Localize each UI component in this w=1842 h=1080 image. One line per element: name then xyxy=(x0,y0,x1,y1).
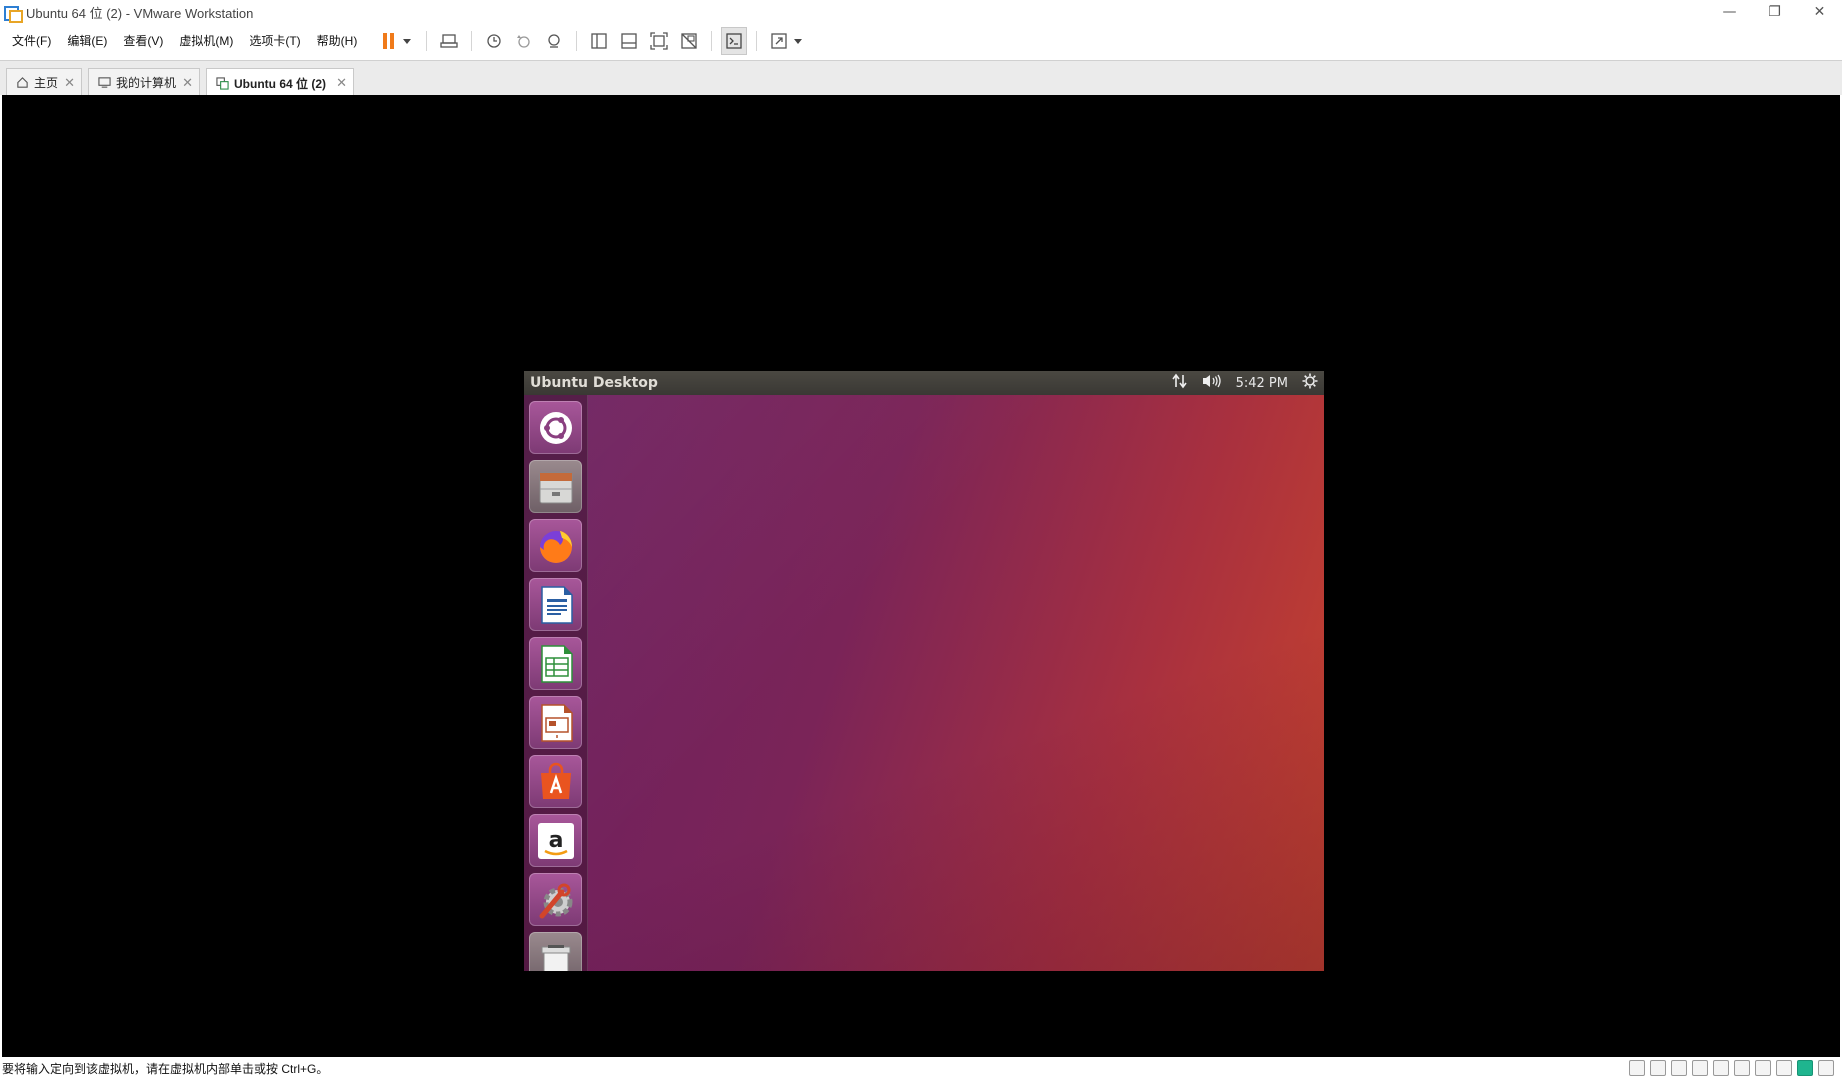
files-icon xyxy=(539,472,572,503)
pause-icon xyxy=(383,33,395,49)
network-adapter-icon[interactable] xyxy=(1713,1060,1729,1076)
show-library-icon xyxy=(591,33,607,49)
vmware-logo-icon xyxy=(4,4,23,23)
amazon-icon: a xyxy=(537,822,574,859)
window-title: Ubuntu 64 位 (2) - VMware Workstation xyxy=(26,5,254,21)
usb-icon[interactable] xyxy=(1776,1060,1792,1076)
cd-dvd-icon[interactable] xyxy=(1650,1060,1666,1076)
unity-icon xyxy=(681,33,697,49)
tab-ubuntu-vm[interactable]: Ubuntu 64 位 (2) ✕ xyxy=(206,68,354,97)
launcher-amazon[interactable]: a xyxy=(529,814,582,867)
stretch-guest-button[interactable] xyxy=(766,27,806,55)
libreoffice-writer-icon xyxy=(540,585,573,624)
device-status-icons xyxy=(1629,1060,1834,1076)
chevron-down-icon xyxy=(794,38,803,44)
thumbnail-bar-icon xyxy=(621,33,637,49)
minimize-button[interactable]: — xyxy=(1707,0,1752,24)
tab-label: 主页 xyxy=(34,76,59,90)
libreoffice-calc-icon xyxy=(540,644,573,683)
network-icon[interactable] xyxy=(1171,373,1188,393)
full-screen-icon xyxy=(650,32,668,50)
snapshot-manager-button[interactable] xyxy=(541,27,567,55)
status-bar: 要将输入定向到该虚拟机，请在虚拟机内部单击或按 Ctrl+G。 xyxy=(0,1057,1842,1080)
menu-file[interactable]: 文件(F) xyxy=(0,24,59,58)
ubuntu-dash-icon xyxy=(539,411,572,444)
hard-disk-icon[interactable] xyxy=(1629,1060,1645,1076)
resize-grip-icon[interactable] xyxy=(1818,1060,1834,1076)
trash-icon xyxy=(541,944,570,971)
chevron-down-icon xyxy=(403,38,412,44)
stretch-guest-icon xyxy=(771,33,787,49)
ubuntu-launcher: a xyxy=(524,395,588,971)
sound-card-icon[interactable] xyxy=(1755,1060,1771,1076)
console-view-button[interactable] xyxy=(721,27,748,55)
libreoffice-impress-icon xyxy=(540,703,573,742)
launcher-ubuntu-software[interactable] xyxy=(529,755,582,808)
revert-snapshot-icon xyxy=(517,35,530,48)
launcher-libreoffice-impress[interactable] xyxy=(529,696,582,749)
menu-help[interactable]: 帮助(H) xyxy=(309,24,366,58)
launcher-trash[interactable] xyxy=(529,932,582,971)
close-icon[interactable]: ✕ xyxy=(64,75,75,91)
computer-icon xyxy=(97,76,111,90)
send-ctrl-alt-del-button[interactable] xyxy=(436,27,462,55)
snapshot-manager-icon xyxy=(548,34,560,48)
menu-tabs[interactable]: 选项卡(T) xyxy=(241,24,308,58)
unity-button[interactable] xyxy=(676,27,702,55)
printer-icon[interactable] xyxy=(1734,1060,1750,1076)
tab-label: Ubuntu 64 位 (2) xyxy=(234,76,326,91)
launcher-libreoffice-writer[interactable] xyxy=(529,578,582,631)
full-screen-button[interactable] xyxy=(646,27,672,55)
panel-title: Ubuntu Desktop xyxy=(530,375,658,391)
console-view-icon xyxy=(726,33,742,49)
menu-view[interactable]: 查看(V) xyxy=(115,24,171,58)
svg-text:a: a xyxy=(548,828,563,853)
panel-clock[interactable]: 5:42 PM xyxy=(1236,376,1288,391)
toolbar xyxy=(375,24,808,58)
menu-vm[interactable]: 虚拟机(M) xyxy=(171,24,241,58)
title-bar: Ubuntu 64 位 (2) - VMware Workstation — ❐… xyxy=(0,0,1842,24)
close-button[interactable]: ✕ xyxy=(1797,0,1842,24)
cd-dvd-2-icon[interactable] xyxy=(1671,1060,1687,1076)
tab-label: 我的计算机 xyxy=(116,76,177,90)
window-controls: — ❐ ✕ xyxy=(1707,0,1842,24)
revert-snapshot-button[interactable] xyxy=(511,27,537,55)
system-settings-icon xyxy=(539,883,572,918)
vmware-workstation-window: Ubuntu 64 位 (2) - VMware Workstation — ❐… xyxy=(0,0,1842,1080)
ubuntu-software-icon xyxy=(540,762,571,799)
close-icon[interactable]: ✕ xyxy=(182,75,193,91)
ubuntu-desktop-wallpaper[interactable] xyxy=(524,395,1324,971)
pause-button[interactable] xyxy=(377,27,417,55)
vm-display[interactable]: Ubuntu Desktop 5:42 PM a xyxy=(2,95,1840,1057)
ubuntu-guest-screen[interactable]: Ubuntu Desktop 5:42 PM a xyxy=(524,371,1324,971)
tab-home[interactable]: 主页 ✕ xyxy=(6,68,82,96)
menu-edit[interactable]: 编辑(E) xyxy=(59,24,115,58)
home-icon xyxy=(15,76,29,90)
restore-button[interactable]: ❐ xyxy=(1752,0,1797,24)
launcher-libreoffice-calc[interactable] xyxy=(529,637,582,690)
launcher-firefox[interactable] xyxy=(529,519,582,572)
launcher-system-settings[interactable] xyxy=(529,873,582,926)
close-icon[interactable]: ✕ xyxy=(336,75,347,91)
tab-strip: 主页 ✕ 我的计算机 ✕ Ubuntu 64 位 (2) ✕ xyxy=(0,60,1842,97)
launcher-files[interactable] xyxy=(529,460,582,513)
ubuntu-top-panel: Ubuntu Desktop 5:42 PM xyxy=(524,371,1324,395)
snapshot-icon xyxy=(487,34,501,48)
firefox-icon xyxy=(539,530,572,563)
volume-icon[interactable] xyxy=(1202,373,1222,393)
panel-indicators: 5:42 PM xyxy=(1171,371,1318,395)
menu-bar: 文件(F) 编辑(E) 查看(V) 虚拟机(M) 选项卡(T) 帮助(H) xyxy=(0,24,1842,58)
launcher-ubuntu-dash[interactable] xyxy=(529,401,582,454)
settings-gear-icon[interactable] xyxy=(1302,373,1318,393)
show-library-button[interactable] xyxy=(586,27,612,55)
take-snapshot-button[interactable] xyxy=(481,27,507,55)
vm-icon xyxy=(215,76,229,90)
status-message: 要将输入定向到该虚拟机，请在虚拟机内部单击或按 Ctrl+G。 xyxy=(2,1062,329,1076)
message-log-icon[interactable] xyxy=(1797,1060,1813,1076)
tab-my-computer[interactable]: 我的计算机 ✕ xyxy=(88,68,200,96)
floppy-icon[interactable] xyxy=(1692,1060,1708,1076)
thumbnail-bar-button[interactable] xyxy=(616,27,642,55)
send-ctrl-alt-del-icon xyxy=(440,34,458,48)
